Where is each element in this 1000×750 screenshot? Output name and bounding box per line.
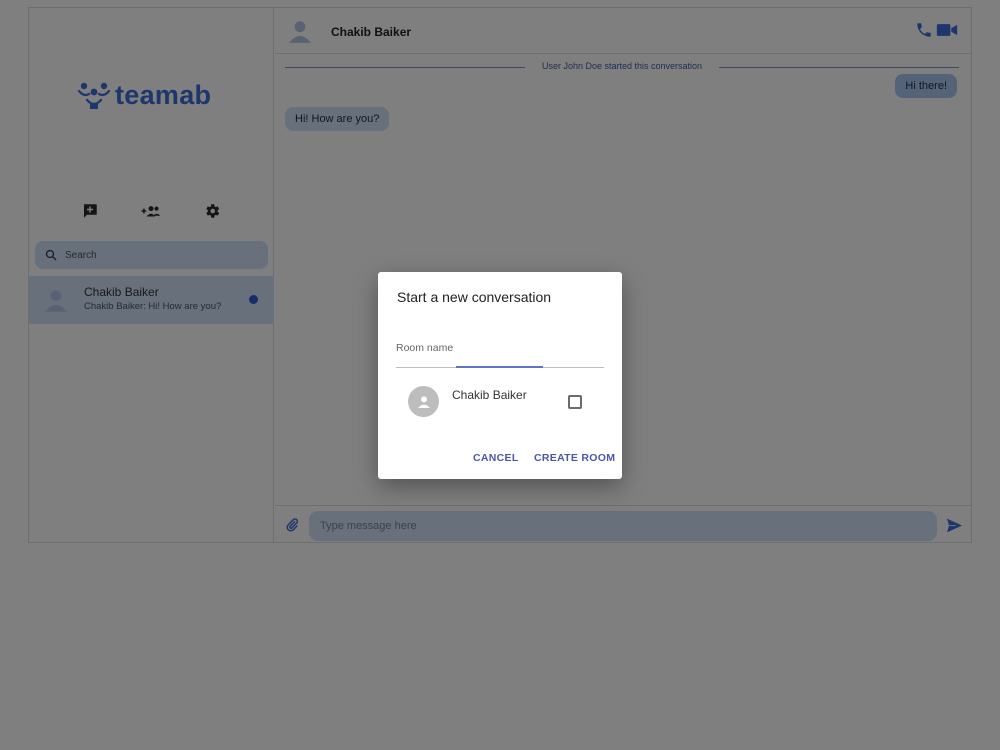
room-name-focus-underline <box>456 366 543 368</box>
room-name-input[interactable]: Room name <box>396 342 453 354</box>
user-avatar <box>408 386 439 417</box>
dialog-title: Start a new conversation <box>397 289 552 305</box>
create-room-button[interactable]: CREATE ROOM <box>534 452 615 464</box>
user-select-checkbox[interactable] <box>568 395 582 409</box>
person-icon <box>417 395 430 408</box>
user-name: Chakib Baiker <box>452 388 527 402</box>
cancel-button[interactable]: CANCEL <box>473 452 519 464</box>
new-conversation-dialog: Start a new conversation Room name Chaki… <box>378 272 622 479</box>
